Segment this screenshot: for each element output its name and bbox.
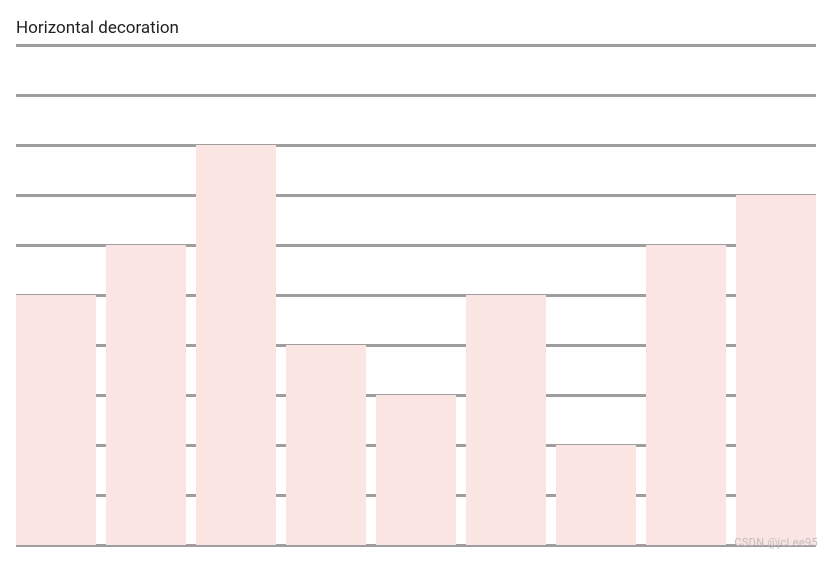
bars-container: [16, 45, 816, 545]
bar: [646, 245, 726, 545]
page-title: Horizontal decoration: [16, 18, 179, 38]
bar: [16, 295, 96, 545]
bar: [376, 395, 456, 545]
bar: [106, 245, 186, 545]
watermark: CSDN @jcLee95: [734, 536, 818, 549]
bar: [556, 445, 636, 545]
bar: [286, 345, 366, 545]
bar: [736, 195, 816, 545]
bar: [196, 145, 276, 545]
chart-area: [16, 45, 816, 545]
bar: [466, 295, 546, 545]
